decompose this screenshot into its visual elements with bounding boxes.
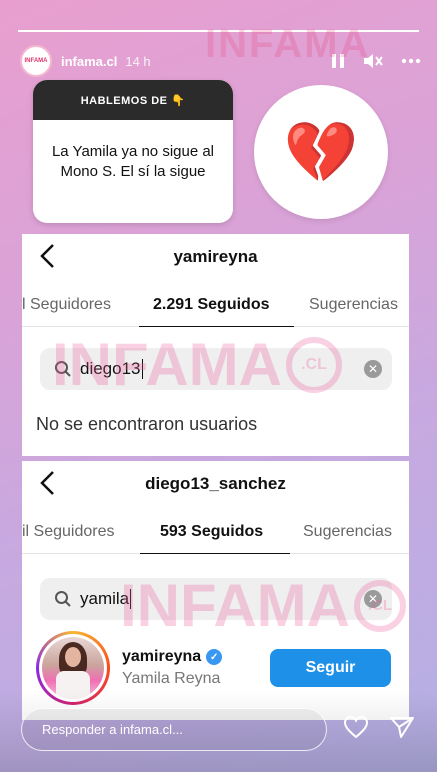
tab-followers[interactable]: l Seguidores [22, 296, 111, 314]
follow-tabs: il Seguidores 593 Seguidos Sugerencias [22, 506, 409, 558]
watermark-circle: .CL [353, 579, 406, 632]
user-handle-row: yamireyna ✓ [122, 648, 223, 666]
profile-title: yamireyna [173, 246, 258, 266]
story-viewer: INFAMA infama.cl 14 h INFAMA HABLEMOS DE… [0, 0, 437, 772]
avatar-text: INFAMA [24, 58, 48, 64]
tab-suggestions[interactable]: Sugerencias [309, 296, 398, 314]
user-info: yamireyna ✓ Yamila Reyna [122, 648, 223, 688]
story-actions [343, 715, 415, 744]
send-icon[interactable] [389, 715, 415, 744]
no-results-message: No se encontraron usuarios [36, 414, 258, 434]
back-arrow-icon[interactable] [36, 469, 60, 497]
profile-header: diego13_sanchez [22, 461, 409, 506]
active-tab-underline [140, 553, 290, 554]
profile-header: yamireyna [22, 234, 409, 279]
watermark-overlay: INFAMA .CL [52, 330, 342, 399]
sticker-text: La Yamila ya no sigue al Mono S. El sí l… [51, 143, 215, 180]
profile-title: diego13_sanchez [145, 473, 286, 493]
user-full-name: Yamila Reyna [122, 670, 221, 687]
watermark-circle: .CL [285, 336, 342, 393]
active-tab-underline [139, 326, 294, 327]
account-username[interactable]: infama.cl [61, 54, 117, 69]
story-timestamp: 14 h [125, 53, 151, 69]
watermark-text: INFAMA [205, 22, 371, 66]
verified-badge-icon: ✓ [206, 649, 223, 665]
search-icon [55, 591, 71, 607]
back-arrow-icon[interactable] [36, 242, 60, 270]
watermark-logo: INFAMA [205, 22, 370, 67]
watermark-text: INFAMA [52, 331, 282, 398]
screenshot-panel-yamireyna: yamireyna l Seguidores 2.291 Seguidos Su… [22, 234, 409, 456]
user-handle: yamireyna [122, 648, 202, 665]
broken-heart-sticker: 💔 [254, 85, 388, 219]
more-options-icon[interactable] [401, 58, 421, 64]
sticker-header: HABLEMOS DE 👇 [33, 80, 233, 120]
question-sticker[interactable]: HABLEMOS DE 👇 La Yamila ya no sigue al M… [33, 80, 233, 223]
screenshot-panel-diego13: diego13_sanchez il Seguidores 593 Seguid… [22, 461, 409, 720]
reply-placeholder: Responder a infama.cl... [42, 722, 183, 737]
tab-following[interactable]: 2.291 Seguidos [153, 296, 270, 314]
reply-input[interactable]: Responder a infama.cl... [21, 708, 327, 751]
clear-search-icon[interactable]: ✕ [364, 360, 382, 378]
tab-followers[interactable]: il Seguidores [22, 523, 115, 541]
heart-icon[interactable] [343, 715, 369, 744]
follow-button[interactable]: Seguir [270, 649, 391, 687]
broken-heart-icon: 💔 [283, 118, 359, 186]
tab-following[interactable]: 593 Seguidos [160, 523, 263, 541]
tab-suggestions[interactable]: Sugerencias [303, 523, 392, 541]
account-avatar[interactable]: INFAMA [20, 45, 52, 77]
follow-tabs: l Seguidores 2.291 Seguidos Sugerencias [22, 279, 409, 331]
